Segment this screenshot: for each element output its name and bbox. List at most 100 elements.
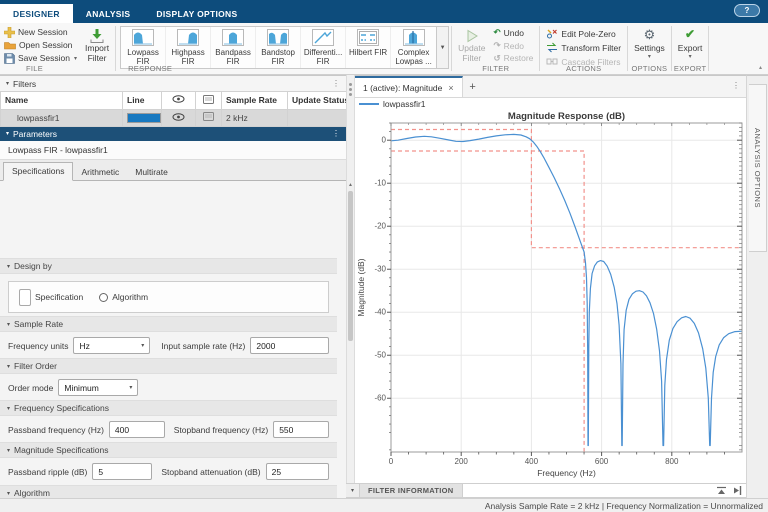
- parameters-menu-icon[interactable]: ⋮: [332, 129, 340, 138]
- filter-order-row: Order mode Minimum ▾: [0, 378, 337, 397]
- input-sample-rate-field[interactable]: 2000: [250, 337, 329, 354]
- open-session-button[interactable]: Open Session: [4, 39, 77, 51]
- stopband-attenuation-field[interactable]: 25: [265, 463, 329, 480]
- tab-specifications[interactable]: Specifications: [3, 161, 74, 181]
- response-gallery: Lowpass FIR Highpass FIR Bandpass FIR Ba…: [120, 26, 450, 70]
- highpass-fir-icon: [177, 29, 200, 46]
- gallery-item-lowpass-fir[interactable]: Lowpass FIR: [121, 27, 167, 69]
- gallery-item-bandstop-fir[interactable]: Bandstop FIR: [256, 27, 302, 69]
- filter-annotation-cell[interactable]: [195, 109, 222, 127]
- lowpass-fir-icon: [132, 29, 155, 46]
- stopband-frequency-label: Stopband frequency (Hz): [173, 424, 269, 435]
- svg-text:-30: -30: [374, 265, 386, 274]
- filters-panel-header[interactable]: ▾ Filters ⋮: [0, 76, 346, 92]
- new-session-icon: [4, 26, 15, 38]
- collapse-triangle-icon[interactable]: ▾: [6, 80, 9, 87]
- frequency-specifications-header[interactable]: ▾ Frequency Specifications: [0, 400, 337, 416]
- col-update-status[interactable]: Update Status: [287, 92, 347, 110]
- tab-multirate[interactable]: Multirate: [127, 164, 176, 181]
- analysis-options-tab[interactable]: ANALYSIS OPTIONS: [749, 84, 767, 252]
- update-filter-icon: [465, 28, 479, 43]
- ribbon-separator: [670, 26, 672, 71]
- col-sample-rate[interactable]: Sample Rate: [221, 92, 288, 110]
- bandstop-fir-icon: [267, 29, 290, 46]
- magnitude-response-chart[interactable]: 0 200 400 600 800 0 -10 -20 -30 -40 -50 -60 Magnitud…: [355, 110, 746, 484]
- col-visibility[interactable]: [161, 92, 196, 110]
- tab-arithmetic[interactable]: Arithmetic: [73, 164, 127, 181]
- export-dropdown-icon: ▾: [688, 53, 692, 60]
- line-swatch[interactable]: [127, 112, 161, 123]
- new-plot-tab-button[interactable]: +: [463, 76, 483, 97]
- restore-button[interactable]: ↺ Restore: [494, 52, 534, 64]
- save-session-button[interactable]: Save Session ▾: [4, 52, 77, 64]
- filter-information-tab[interactable]: FILTER INFORMATION: [360, 484, 463, 497]
- scroll-up-icon[interactable]: ▲: [347, 182, 354, 188]
- gallery-item-highpass-fir[interactable]: Highpass FIR: [166, 27, 212, 69]
- stopband-frequency-field[interactable]: 550: [273, 421, 329, 438]
- order-mode-select[interactable]: Minimum ▾: [58, 379, 139, 396]
- svg-text:200: 200: [455, 457, 469, 466]
- gallery-expand-button[interactable]: ▼: [436, 27, 449, 69]
- gallery-item-complex-lowpass[interactable]: Complex Lowpas ...: [391, 27, 436, 68]
- magnitude-specifications-header[interactable]: ▾ Magnitude Specifications: [0, 442, 337, 458]
- dock-panel-icon[interactable]: [733, 486, 742, 495]
- col-annotation[interactable]: [195, 92, 222, 110]
- tab-display-options[interactable]: DISPLAY OPTIONS: [143, 4, 250, 23]
- design-by-header[interactable]: ▾ Design by: [0, 258, 337, 274]
- gallery-item-differentiator-fir[interactable]: Differenti... FIR: [301, 27, 347, 69]
- algorithm-header[interactable]: ▾ Algorithm: [0, 485, 337, 498]
- input-sample-rate-label: Input sample rate (Hz): [161, 340, 246, 351]
- ribbon-section-actions: Edit Pole-Zero Transform Filter Cascade …: [542, 23, 625, 74]
- collapse-triangle-icon[interactable]: ▾: [6, 130, 9, 137]
- svg-text:Magnitude (dB): Magnitude (dB): [356, 258, 366, 316]
- ribbon: New Session Open Session Save Session ▾ …: [0, 23, 768, 75]
- gallery-item-hilbert-fir[interactable]: Hilbert FIR: [346, 27, 392, 69]
- plot-tabs-menu-icon[interactable]: ⋮: [732, 81, 740, 90]
- frequency-units-select[interactable]: Hz ▾: [73, 337, 151, 354]
- new-session-button[interactable]: New Session: [4, 26, 77, 38]
- parameters-panel-header[interactable]: ▾ Parameters ⋮: [0, 126, 346, 141]
- plot-tab-magnitude[interactable]: 1 (active): Magnitude ×: [355, 76, 463, 97]
- radio-algorithm[interactable]: Algorithm: [99, 292, 148, 302]
- section-label-filter: FILTER: [482, 64, 510, 73]
- section-label-file: FILE: [26, 64, 44, 73]
- col-line[interactable]: Line: [122, 92, 162, 110]
- passband-ripple-field[interactable]: 5: [92, 463, 153, 480]
- filters-table: Name Line Sample Rate Update Status lowp…: [0, 92, 347, 127]
- passband-frequency-field[interactable]: 400: [108, 421, 165, 438]
- filter-row-lowpassfir1[interactable]: lowpassfir1 2 kHz: [0, 109, 347, 127]
- redo-icon: ↷: [493, 40, 501, 50]
- help-button[interactable]: ?: [734, 4, 760, 17]
- gallery-item-bandpass-fir[interactable]: Bandpass FIR: [211, 27, 257, 69]
- filters-menu-icon[interactable]: ⋮: [332, 79, 340, 88]
- stopband-attenuation-label: Stopband attenuation (dB): [161, 466, 261, 477]
- edit-pole-zero-button[interactable]: Edit Pole-Zero: [546, 27, 621, 40]
- redo-button[interactable]: ↷ Redo: [494, 40, 534, 52]
- section-label-actions: ACTIONS: [566, 64, 602, 73]
- sample-rate-header[interactable]: ▾ Sample Rate: [0, 316, 337, 332]
- undo-button[interactable]: ↶ Undo: [494, 27, 534, 39]
- radio-specification[interactable]: Specification: [19, 288, 83, 306]
- filter-information-expand-icon[interactable]: ▾: [346, 484, 360, 497]
- collapse-triangle-icon: ▾: [7, 363, 11, 370]
- splitter-grip[interactable]: [349, 83, 352, 96]
- maximize-panel-icon[interactable]: [716, 486, 727, 495]
- scrollbar-thumb[interactable]: [348, 191, 353, 341]
- close-icon[interactable]: ×: [448, 83, 453, 93]
- filter-line-cell[interactable]: [122, 109, 162, 127]
- radio-selected-icon: [19, 288, 31, 306]
- tab-designer[interactable]: DESIGNER: [0, 4, 73, 23]
- ribbon-collapse-icon[interactable]: ▴: [759, 64, 762, 71]
- analysis-options-strip: ANALYSIS OPTIONS: [746, 75, 768, 498]
- collapse-triangle-icon: ▾: [7, 321, 11, 328]
- ribbon-section-response: Lowpass FIR Highpass FIR Bandpass FIR Ba…: [118, 23, 450, 74]
- filter-order-header[interactable]: ▾ Filter Order: [0, 358, 337, 374]
- transform-filter-button[interactable]: Transform Filter: [546, 41, 621, 54]
- svg-text:Magnitude Response (dB): Magnitude Response (dB): [508, 111, 625, 122]
- col-name[interactable]: Name: [0, 92, 123, 110]
- save-session-dropdown-icon[interactable]: ▾: [74, 55, 77, 62]
- eye-icon: [172, 95, 185, 103]
- filter-visibility-cell[interactable]: [161, 109, 196, 127]
- panel-splitter[interactable]: ▲ ▼: [346, 75, 355, 498]
- tab-analysis[interactable]: ANALYSIS: [73, 4, 144, 23]
